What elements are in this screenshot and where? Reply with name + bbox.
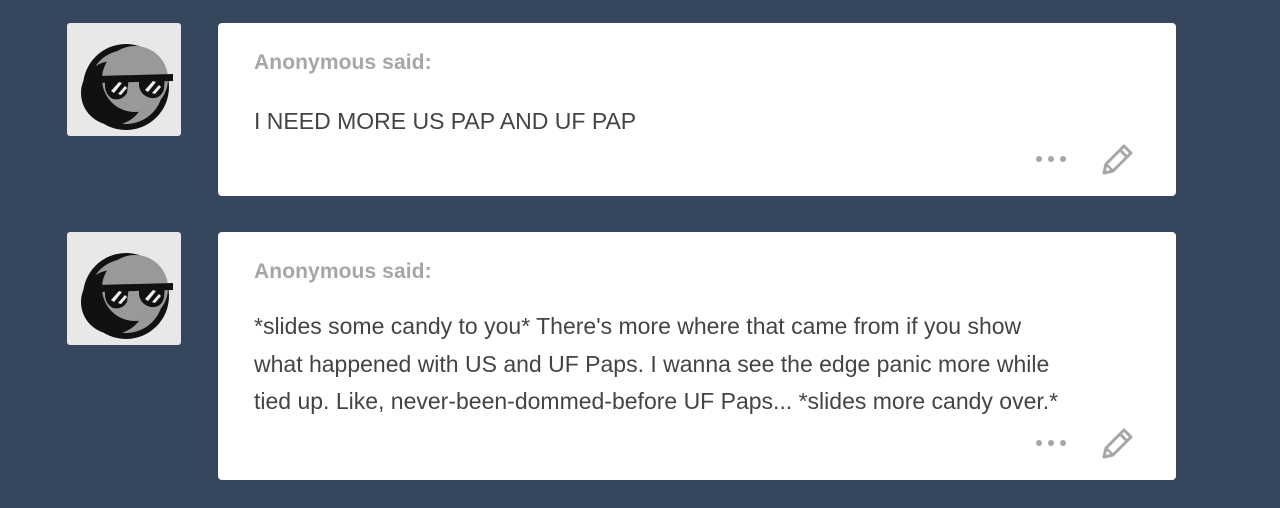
ask-body-line: I NEED MORE US PAP AND UF PAP — [254, 108, 637, 134]
ask-card: Anonymous said: I NEED MORE US PAP AND U… — [218, 23, 1176, 196]
edit-button[interactable] — [1100, 425, 1136, 461]
ask-card: Anonymous said: *slides some candy to yo… — [218, 232, 1176, 480]
ask-body: I NEED MORE US PAP AND UF PAP — [254, 103, 1154, 141]
asker-avatar[interactable] — [67, 232, 181, 345]
pencil-icon — [1102, 144, 1133, 175]
asker-name: Anonymous said: — [254, 260, 432, 283]
ask-body-line: tied up. Like, never-been-dommed-before … — [254, 388, 1059, 414]
asker-name: Anonymous said: — [254, 51, 432, 74]
ask-body-line: what happened with US and UF Paps. I wan… — [254, 350, 1050, 377]
ask-body-line: *slides some candy to you* There's more … — [254, 313, 1022, 339]
sunglasses-moon-avatar-icon — [81, 253, 173, 339]
more-options-button[interactable] — [1034, 147, 1074, 171]
edit-button[interactable] — [1100, 141, 1136, 177]
asker-avatar[interactable] — [67, 23, 181, 136]
ask-body: *slides some candy to you* There's more … — [254, 308, 1154, 421]
more-options-button[interactable] — [1034, 431, 1074, 455]
sunglasses-moon-avatar-icon — [81, 44, 173, 130]
pencil-icon — [1102, 428, 1133, 459]
